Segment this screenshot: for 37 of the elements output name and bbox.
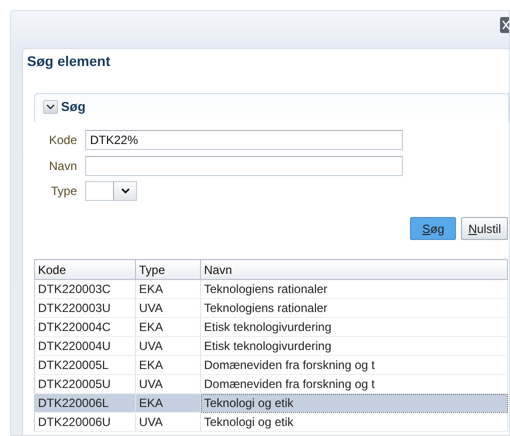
reset-button[interactable]: Nulstil (461, 217, 508, 240)
table-cell: EKA (136, 318, 200, 336)
table-cell: UVA (136, 298, 200, 318)
column-header[interactable]: Type (136, 260, 200, 280)
table-cell: DTK220004C (34, 318, 136, 336)
table-cell: EKA (136, 356, 200, 374)
dialog-title: Søg element (27, 53, 112, 71)
input-field[interactable]: DTK22% (85, 130, 403, 150)
table-cell: Etisk teknologivurdering (200, 318, 508, 336)
table-cell: DTK220004U (34, 336, 136, 356)
table-cell: EKA (136, 280, 200, 298)
search-button[interactable]: Søg (410, 217, 456, 240)
table-cell: UVA (136, 412, 200, 432)
table-cell: DTK220003U (34, 298, 136, 318)
table-cell: DTK220006L (34, 394, 136, 412)
table-cell: DTK220006U (34, 412, 136, 432)
section-title: Søg (61, 99, 86, 114)
caret-icon[interactable] (120, 188, 130, 194)
table-cell: UVA (136, 336, 200, 356)
field-label: Kode (48, 132, 77, 146)
column-header[interactable]: Kode (34, 260, 136, 280)
table-cell: Teknologi og etik (200, 412, 508, 432)
table-cell: Etisk teknologivurdering (200, 336, 508, 356)
table-cell: Teknologi og etik (200, 394, 508, 412)
table-cell: Teknologiens rationaler (200, 280, 508, 298)
collapse-icon[interactable] (43, 100, 58, 114)
close-icon[interactable] (500, 17, 509, 33)
selected-row[interactable]: DTK220006L EKA Teknologi og etik (34, 394, 508, 412)
table-cell: Domæneviden fra forskning og t (200, 356, 508, 374)
table-cell: Teknologiens rationaler (200, 298, 508, 318)
column-header[interactable]: Navn (200, 260, 508, 280)
field-label: Type (50, 184, 77, 198)
field-label: Navn (48, 158, 77, 172)
input-field[interactable] (85, 156, 403, 176)
table-cell: EKA (136, 394, 200, 412)
table-cell: DTK220003C (34, 280, 136, 298)
table-cell: DTK220005L (34, 356, 136, 374)
